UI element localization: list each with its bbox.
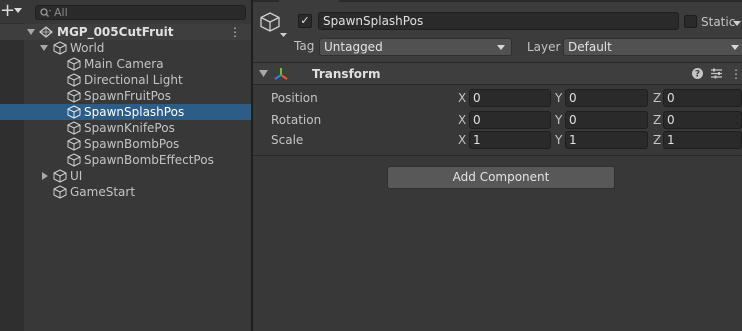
chevron-down-icon	[497, 45, 505, 50]
hierarchy-item-label: UI	[70, 169, 83, 183]
position-label[interactable]: Position	[271, 90, 318, 106]
transform-component-header[interactable]: Transform ? ⋮	[253, 64, 742, 85]
foldout-expanded-icon[interactable]	[27, 24, 37, 40]
scale-row: Scale X 1 Y 1 Z 1	[253, 130, 742, 150]
x-axis-label[interactable]: X	[458, 132, 466, 148]
gameobject-cube-icon	[67, 57, 81, 71]
hierarchy-item-gamestart[interactable]: GameStart	[0, 184, 251, 200]
hierarchy-item-spawnknifepos[interactable]: SpawnKnifePos	[0, 120, 251, 136]
hierarchy-search	[35, 5, 246, 20]
z-axis-label[interactable]: Z	[653, 132, 661, 148]
position-x-field[interactable]: 0	[469, 89, 551, 107]
gameobject-cube-icon	[53, 185, 67, 199]
gameobject-header: ✓ SpawnSplashPos Static Tag Untagged Lay…	[253, 2, 742, 64]
hierarchy-panel: + MGP_005CutFruit ⋮	[0, 0, 251, 331]
hierarchy-item-label: SpawnSplashPos	[84, 105, 185, 119]
position-row: Position X 0 Y 0 Z 0	[253, 88, 742, 108]
hierarchy-item-spawnbombeffectpos[interactable]: SpawnBombEffectPos	[0, 152, 251, 168]
gameobject-cube-icon	[53, 169, 67, 183]
y-axis-label[interactable]: Y	[555, 132, 562, 148]
component-menu-icon[interactable]: ⋮	[730, 66, 742, 82]
z-axis-label[interactable]: Z	[653, 112, 661, 128]
gameobject-name-field[interactable]: SpawnSplashPos	[318, 12, 679, 30]
hierarchy-item-spawnfruitpos[interactable]: SpawnFruitPos	[0, 88, 251, 104]
hierarchy-toolbar: +	[0, 0, 251, 22]
rotation-row: Rotation X 0 Y 0 Z 0	[253, 110, 742, 130]
plus-icon: +	[0, 0, 16, 21]
chevron-down-icon[interactable]	[280, 33, 287, 38]
scale-z-field[interactable]: 1	[663, 131, 742, 149]
hierarchy-item-label: SpawnBombEffectPos	[84, 153, 214, 167]
rotation-y-field[interactable]: 0	[565, 111, 648, 129]
rotation-label[interactable]: Rotation	[271, 112, 321, 128]
static-label: Static	[701, 15, 736, 29]
gameobject-cube-icon	[67, 137, 81, 151]
scene-name: MGP_005CutFruit	[57, 25, 174, 39]
chevron-down-icon	[731, 45, 739, 50]
gameobject-cube-icon	[67, 153, 81, 167]
divider	[253, 155, 742, 156]
chevron-down-icon	[14, 8, 22, 14]
z-axis-label[interactable]: Z	[653, 90, 661, 106]
hierarchy-item-directional-light[interactable]: Directional Light	[0, 72, 251, 88]
hierarchy-item-label: Directional Light	[84, 73, 183, 87]
divider	[253, 62, 742, 63]
scale-x-field[interactable]: 1	[469, 131, 551, 149]
tag-label: Tag	[294, 39, 315, 53]
gameobject-cube-icon	[53, 41, 67, 55]
scale-label[interactable]: Scale	[271, 132, 303, 148]
inspector-panel: ✓ SpawnSplashPos Static Tag Untagged Lay…	[253, 0, 742, 331]
position-z-field[interactable]: 0	[663, 89, 742, 107]
gameobject-cube-icon	[67, 73, 81, 87]
transform-axes-icon	[274, 67, 288, 81]
scale-y-field[interactable]: 1	[565, 131, 648, 149]
y-axis-label[interactable]: Y	[555, 90, 562, 106]
unity-scene-icon	[39, 25, 53, 39]
x-axis-label[interactable]: X	[458, 90, 466, 106]
gameobject-cube-icon	[67, 121, 81, 135]
hierarchy-item-ui[interactable]: UI	[0, 168, 251, 184]
hierarchy-item-label: SpawnFruitPos	[84, 89, 172, 103]
rotation-x-field[interactable]: 0	[469, 111, 551, 129]
presets-sliders-icon[interactable]	[710, 67, 723, 80]
tag-value: Untagged	[324, 40, 383, 54]
foldout-collapsed-icon[interactable]	[40, 168, 50, 184]
hierarchy-item-spawnbombpos[interactable]: SpawnBombPos	[0, 136, 251, 152]
foldout-expanded-icon[interactable]	[40, 40, 50, 56]
y-axis-label[interactable]: Y	[555, 112, 562, 128]
active-checkbox[interactable]: ✓	[298, 14, 312, 28]
hierarchy-item-label: World	[70, 41, 105, 55]
hierarchy-item-spawnsplashpos[interactable]: SpawnSplashPos	[0, 104, 251, 120]
position-y-field[interactable]: 0	[565, 89, 648, 107]
static-chevron-down-icon[interactable]	[733, 21, 741, 27]
x-axis-label[interactable]: X	[458, 112, 466, 128]
rotation-z-field[interactable]: 0	[663, 111, 742, 129]
hierarchy-item-label: Main Camera	[84, 57, 164, 71]
search-input[interactable]	[54, 6, 240, 19]
hierarchy-item-main-camera[interactable]: Main Camera	[0, 56, 251, 72]
svg-text:?: ?	[695, 70, 700, 80]
add-component-button[interactable]: Add Component	[387, 166, 615, 189]
hierarchy-item-world[interactable]: World	[0, 40, 251, 56]
transform-title: Transform	[312, 67, 381, 81]
gameobject-cube-icon	[67, 105, 81, 119]
static-checkbox[interactable]	[684, 15, 697, 28]
scene-row[interactable]: MGP_005CutFruit ⋮	[0, 24, 251, 40]
scene-menu-icon[interactable]: ⋮	[229, 24, 241, 40]
gameobject-cube-icon	[67, 89, 81, 103]
gameobject-cube-icon[interactable]	[259, 11, 281, 33]
hierarchy-item-label: SpawnKnifePos	[84, 121, 175, 135]
tag-dropdown[interactable]: Untagged	[319, 38, 512, 56]
create-dropdown-button[interactable]: +	[0, 0, 24, 21]
help-icon[interactable]: ?	[691, 67, 704, 80]
layer-value: Default	[568, 40, 612, 54]
hierarchy-item-label: SpawnBombPos	[84, 137, 180, 151]
foldout-expanded-icon[interactable]	[259, 70, 268, 78]
hierarchy-item-label: GameStart	[70, 185, 136, 199]
layer-label: Layer	[527, 40, 561, 54]
search-icon	[40, 8, 52, 18]
layer-dropdown[interactable]: Default	[563, 38, 742, 56]
